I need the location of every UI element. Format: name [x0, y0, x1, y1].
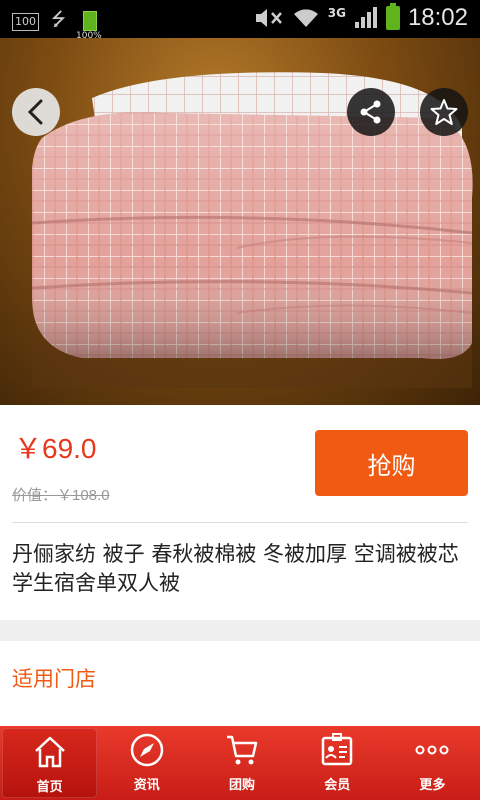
back-button[interactable]	[12, 88, 60, 136]
original-price: 价值：￥108.0	[12, 487, 110, 504]
product-image	[31, 72, 473, 388]
tab-label: 资讯	[133, 778, 160, 793]
tab-label: 团购	[229, 778, 256, 793]
buy-button[interactable]: 抢购	[315, 430, 468, 496]
bottom-tab-bar: 首页 资讯 团购 会员 更多	[0, 726, 480, 800]
divider	[12, 522, 468, 523]
more-icon	[415, 745, 449, 755]
member-card-icon	[321, 733, 353, 766]
share-button[interactable]	[347, 88, 395, 136]
battery-icon	[385, 3, 400, 30]
price: ￥69.0	[14, 433, 97, 464]
status-bar: 100 ⭍ 100% 3G 18:02	[0, 0, 480, 41]
compass-icon	[130, 733, 164, 767]
wifi-icon	[293, 9, 318, 27]
tab-news[interactable]: 资讯	[99, 726, 194, 800]
mute-icon	[255, 9, 282, 27]
tab-home[interactable]: 首页	[2, 728, 98, 798]
tab-group-buy[interactable]: 团购	[194, 726, 289, 800]
storage-indicator: 100	[12, 13, 39, 31]
store-section[interactable]: 适用门店	[0, 641, 480, 726]
usb-icon: ⭍	[51, 9, 66, 30]
store-label: 适用门店	[12, 667, 96, 691]
clock: 18:02	[407, 4, 468, 31]
star-icon	[430, 99, 458, 125]
network-type: 3G	[327, 6, 346, 20]
cart-icon	[227, 735, 258, 765]
product-title: 丹俪家纺 被子 春秋被棉被 冬被加厚 空调被被芯学生宿舍单双人被	[12, 542, 459, 595]
favorite-button[interactable]	[420, 88, 468, 136]
tab-label: 更多	[419, 778, 446, 793]
product-image-carousel[interactable]	[0, 38, 480, 405]
share-icon	[360, 100, 381, 124]
signal-icon	[354, 7, 377, 28]
home-icon	[34, 736, 65, 768]
product-info: ￥69.0 价值：￥108.0 抢购 丹俪家纺 被子 春秋被棉被 冬被加厚 空调…	[0, 405, 480, 620]
tab-label: 首页	[36, 780, 63, 795]
tab-more[interactable]: 更多	[385, 726, 480, 800]
battery-full-icon: 100%	[76, 9, 102, 41]
back-icon	[27, 99, 43, 125]
tab-member[interactable]: 会员	[290, 726, 385, 800]
tab-label: 会员	[324, 778, 351, 793]
